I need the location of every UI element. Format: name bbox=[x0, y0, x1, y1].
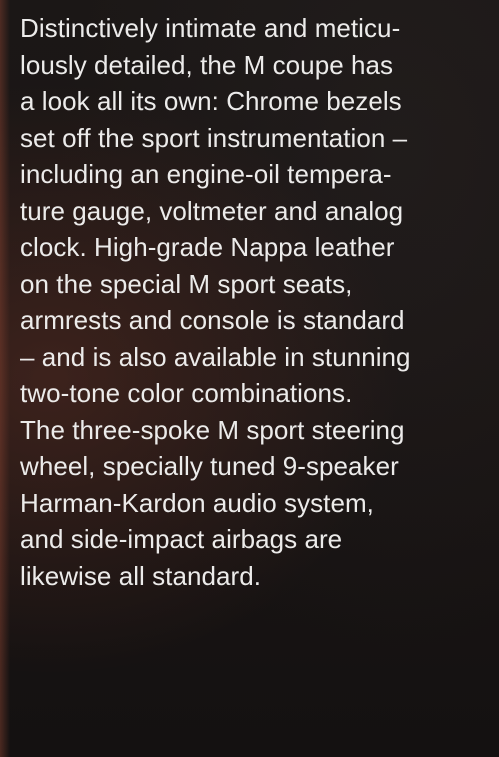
text-line: The three-spoke M sport steering bbox=[20, 414, 405, 445]
text-line: likewise all standard. bbox=[20, 560, 261, 591]
text-line: lously detailed, the M coupe has bbox=[20, 49, 394, 80]
text-line: – and is also available in stunning bbox=[20, 341, 411, 372]
text-line: including an engine-oil tempera- bbox=[20, 159, 392, 189]
text-line: armrests and console is standard bbox=[20, 305, 405, 335]
document-page: Distinctively intimate and meticu- lousl… bbox=[0, 0, 499, 757]
text-line: and side-impact airbags are bbox=[20, 524, 343, 554]
body-copy: Distinctively intimate and meticu- lousl… bbox=[20, 10, 496, 594]
page-edge-shadow bbox=[0, 0, 10, 757]
text-line: Distinctively intimate and meticu- bbox=[20, 13, 401, 43]
text-line: Harman-Kardon audio system, bbox=[20, 487, 374, 518]
text-line: clock. High-grade Nappa leather bbox=[20, 232, 395, 262]
text-line: a look all its own: Chrome bezels bbox=[20, 86, 402, 116]
text-line: on the special M sport seats, bbox=[20, 268, 353, 299]
text-line: two-tone color combinations. bbox=[20, 378, 353, 408]
text-line: wheel, specially tuned 9-speaker bbox=[20, 451, 399, 481]
text-line: ture gauge, voltmeter and analog bbox=[20, 195, 404, 226]
text-line: set off the sport instrumentation – bbox=[20, 122, 408, 153]
